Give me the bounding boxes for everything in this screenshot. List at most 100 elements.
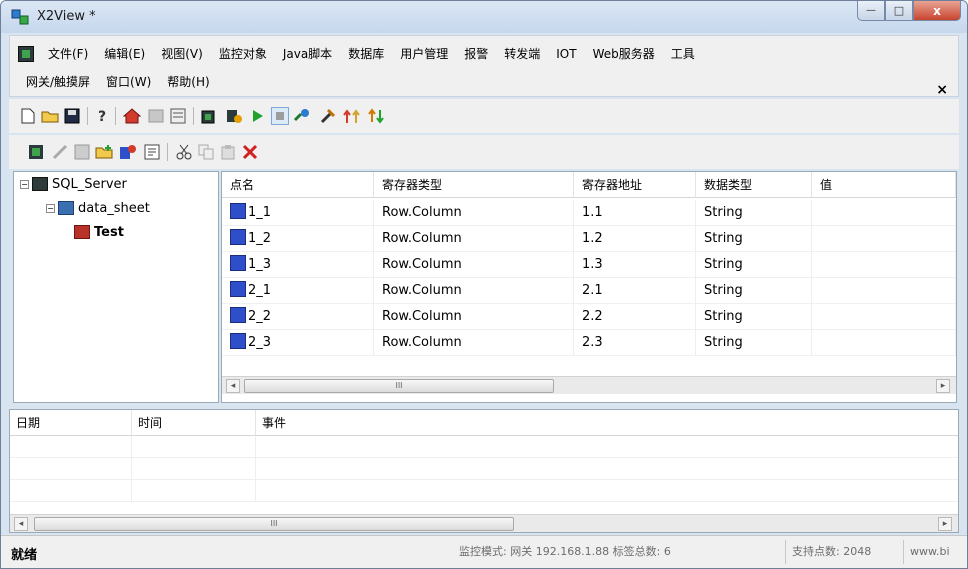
- menu-monitor-objects[interactable]: 监控对象: [211, 44, 275, 64]
- add-point-icon[interactable]: [119, 143, 137, 161]
- menu-iot[interactable]: IOT: [548, 44, 584, 64]
- table-row[interactable]: 1_3 Row.Column 1.3 String: [222, 252, 956, 278]
- table-row[interactable]: 2_2 Row.Column 2.2 String: [222, 304, 956, 330]
- panel-disabled-icon[interactable]: [147, 107, 165, 125]
- properties-icon[interactable]: [143, 143, 161, 161]
- scroll-thumb[interactable]: III: [34, 517, 514, 531]
- cell-name: 2_2: [248, 309, 272, 324]
- menu-database[interactable]: 数据库: [340, 44, 392, 64]
- edit-toolbar: [9, 135, 959, 169]
- help-icon[interactable]: ?: [93, 107, 111, 125]
- run-icon[interactable]: [249, 107, 267, 125]
- cut-icon[interactable]: [175, 143, 193, 161]
- stop-icon[interactable]: [271, 107, 289, 125]
- tree-node-sql-server[interactable]: − SQL_Server: [20, 174, 127, 194]
- sheet-disabled-icon[interactable]: [73, 143, 91, 161]
- menu-user-management[interactable]: 用户管理: [392, 44, 456, 64]
- table-row[interactable]: 2_1 Row.Column 2.1 String: [222, 278, 956, 304]
- toolbar-separator: [193, 107, 194, 125]
- minimize-button[interactable]: —: [857, 1, 885, 21]
- close-button[interactable]: x: [913, 1, 961, 21]
- caption-buttons: — □ x: [857, 1, 961, 23]
- column-header-register-address[interactable]: 寄存器地址: [574, 172, 696, 198]
- add-folder-icon[interactable]: [95, 143, 113, 161]
- minimize-icon: —: [866, 5, 876, 16]
- cell-register-type: Row.Column: [374, 200, 574, 226]
- home-icon[interactable]: [123, 107, 141, 125]
- collapse-icon[interactable]: −: [20, 179, 29, 189]
- grid-horizontal-scrollbar[interactable]: ◂ III ▸: [222, 376, 956, 394]
- copy-icon[interactable]: [197, 143, 215, 161]
- tools-icon[interactable]: [319, 107, 337, 125]
- collapse-icon[interactable]: −: [46, 203, 55, 213]
- menu-gateway[interactable]: 网关/触摸屏: [18, 72, 98, 92]
- table-row[interactable]: 1_1 Row.Column 1.1 String: [222, 200, 956, 226]
- tree-node-test[interactable]: Test: [74, 222, 124, 242]
- column-header-time[interactable]: 时间: [132, 410, 256, 436]
- column-header-event[interactable]: 事件: [256, 410, 956, 436]
- status-supported-points: 支持点数: 2048: [785, 540, 871, 564]
- scroll-right-icon[interactable]: ▸: [936, 379, 950, 393]
- maximize-icon: □: [893, 4, 905, 17]
- menu-tools[interactable]: 工具: [663, 44, 703, 64]
- scroll-left-icon[interactable]: ◂: [14, 517, 28, 531]
- link-disabled-icon[interactable]: [51, 143, 69, 161]
- table-row[interactable]: 1_2 Row.Column 1.2 String: [222, 226, 956, 252]
- status-ready: 就绪: [11, 548, 38, 563]
- tag-icon: [230, 333, 246, 349]
- status-bar: 就绪 监控模式: 网关 192.168.1.88 标签总数: 6 支持点数: 2…: [1, 535, 967, 568]
- tree-node-data-sheet[interactable]: − data_sheet: [46, 198, 150, 218]
- tag-icon: [230, 281, 246, 297]
- log-horizontal-scrollbar[interactable]: ◂ III ▸: [10, 514, 958, 532]
- user-config-icon[interactable]: [225, 107, 243, 125]
- table-config-icon[interactable]: [201, 107, 219, 125]
- column-header-name[interactable]: 点名: [222, 172, 374, 198]
- scroll-left-icon[interactable]: ◂: [226, 379, 240, 393]
- grid-header: 点名 寄存器类型 寄存器地址 数据类型 值: [222, 172, 956, 198]
- maximize-button[interactable]: □: [885, 1, 913, 21]
- column-header-register-type[interactable]: 寄存器类型: [374, 172, 574, 198]
- cell-register-address: 1.3: [574, 252, 696, 278]
- title-bar: X2View * — □ x: [1, 1, 967, 33]
- table-icon: [74, 225, 90, 239]
- menu-file[interactable]: 文件(F): [40, 44, 96, 64]
- cell-register-type: Row.Column: [374, 304, 574, 330]
- menu-web-server[interactable]: Web服务器: [585, 44, 663, 64]
- open-folder-icon[interactable]: [41, 107, 59, 125]
- status-monitor-mode: 监控模式: 网关 192.168.1.88 标签总数: 6: [459, 545, 671, 558]
- upload-icon[interactable]: [343, 107, 361, 125]
- tree-node-label: SQL_Server: [52, 176, 127, 192]
- scroll-thumb[interactable]: III: [244, 379, 554, 393]
- cell-data-type: String: [696, 278, 812, 304]
- menu-help[interactable]: 帮助(H): [159, 72, 217, 92]
- mdi-close-button[interactable]: ×: [936, 82, 948, 98]
- connect-icon[interactable]: [293, 107, 311, 125]
- cell-data-type: String: [696, 304, 812, 330]
- column-header-value[interactable]: 值: [812, 172, 956, 198]
- column-header-data-type[interactable]: 数据类型: [696, 172, 812, 198]
- menu-edit[interactable]: 编辑(E): [96, 44, 153, 64]
- cell-name: 1_1: [248, 205, 272, 220]
- tree-node-label: Test: [94, 224, 124, 240]
- new-file-icon[interactable]: [19, 107, 37, 125]
- cell-name: 2_1: [248, 283, 272, 298]
- menu-view[interactable]: 视图(V): [153, 44, 211, 64]
- menu-row-2: 网关/触摸屏 窗口(W) 帮助(H): [18, 70, 218, 94]
- column-header-date[interactable]: 日期: [10, 410, 132, 436]
- delete-icon[interactable]: [241, 143, 259, 161]
- scroll-right-icon[interactable]: ▸: [938, 517, 952, 531]
- report-icon[interactable]: [169, 107, 187, 125]
- points-grid: 点名 寄存器类型 寄存器地址 数据类型 值 1_1 Row.Column 1.1…: [221, 171, 957, 403]
- menu-alarm[interactable]: 报警: [456, 44, 496, 64]
- table-row[interactable]: 2_3 Row.Column 2.3 String: [222, 330, 956, 356]
- paste-icon[interactable]: [219, 143, 237, 161]
- menu-java-script[interactable]: Java脚本: [275, 44, 340, 64]
- status-website: www.bi: [903, 540, 950, 564]
- database-icon[interactable]: [27, 143, 45, 161]
- list-item: [10, 458, 958, 480]
- menu-row-1: 文件(F) 编辑(E) 视图(V) 监控对象 Java脚本 数据库 用户管理 报…: [18, 42, 703, 66]
- save-icon[interactable]: [63, 107, 81, 125]
- menu-window[interactable]: 窗口(W): [98, 72, 159, 92]
- menu-forwarding[interactable]: 转发端: [496, 44, 548, 64]
- transfer-icon[interactable]: [367, 107, 385, 125]
